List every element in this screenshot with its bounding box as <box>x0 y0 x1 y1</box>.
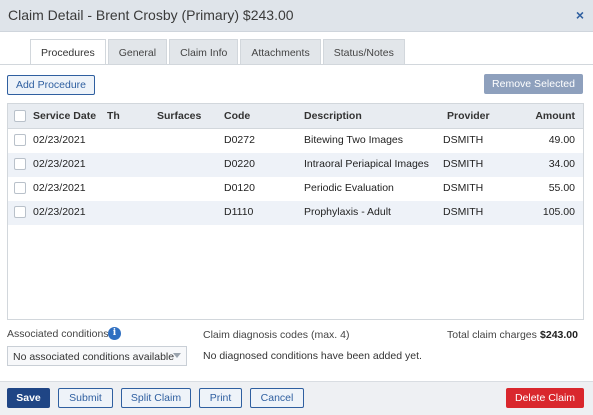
row-checkbox[interactable] <box>14 158 26 170</box>
tab-claim-info[interactable]: Claim Info <box>169 39 239 65</box>
remove-selected-button[interactable]: Remove Selected <box>484 74 583 94</box>
procedures-table: Service Date Th Surfaces Code Descriptio… <box>7 103 584 320</box>
col-code[interactable]: Code <box>224 110 250 122</box>
cell-description: Periodic Evaluation <box>304 182 394 194</box>
cell-amount: 105.00 <box>542 206 575 218</box>
diagnosis-codes-label: Claim diagnosis codes (max. 4) <box>203 329 350 341</box>
cell-provider: DSMITH <box>443 182 484 194</box>
cell-service-date: 02/23/2021 <box>33 158 86 170</box>
tab-divider <box>0 64 593 65</box>
table-row[interactable]: 02/23/2021 D0220 Intraoral Periapical Im… <box>8 153 583 177</box>
total-claim-charges-label: Total claim charges <box>447 329 537 341</box>
row-checkbox[interactable] <box>14 206 26 218</box>
delete-claim-button[interactable]: Delete Claim <box>506 388 584 408</box>
submit-button[interactable]: Submit <box>58 388 113 408</box>
row-checkbox[interactable] <box>14 134 26 146</box>
info-icon[interactable]: i <box>108 327 121 340</box>
associated-conditions-label: Associated conditions <box>7 328 109 340</box>
associated-conditions-select[interactable]: No associated conditions available <box>7 346 187 366</box>
cell-description: Bitewing Two Images <box>304 134 404 146</box>
cell-code: D0120 <box>224 182 255 194</box>
col-provider[interactable]: Provider <box>447 110 490 122</box>
table-header: Service Date Th Surfaces Code Descriptio… <box>8 104 583 129</box>
table-row[interactable]: 02/23/2021 D0120 Periodic Evaluation DSM… <box>8 177 583 201</box>
cell-provider: DSMITH <box>443 206 484 218</box>
title-bar: Claim Detail - Brent Crosby (Primary) $2… <box>0 0 593 32</box>
cell-description: Intraoral Periapical Images <box>304 158 429 170</box>
cell-code: D1110 <box>224 206 254 218</box>
table-row[interactable]: 02/23/2021 D1110 Prophylaxis - Adult DSM… <box>8 201 583 225</box>
cell-description: Prophylaxis - Adult <box>304 206 391 218</box>
col-service-date[interactable]: Service Date <box>33 110 96 122</box>
split-claim-button[interactable]: Split Claim <box>121 388 191 408</box>
chevron-down-icon <box>173 353 181 358</box>
cell-service-date: 02/23/2021 <box>33 134 86 146</box>
cell-service-date: 02/23/2021 <box>33 206 86 218</box>
save-button[interactable]: Save <box>7 388 50 408</box>
tab-general[interactable]: General <box>107 39 168 65</box>
tab-procedures[interactable]: Procedures <box>30 39 106 65</box>
cell-provider: DSMITH <box>443 134 484 146</box>
diagnosis-empty-text: No diagnosed conditions have been added … <box>203 350 422 362</box>
tab-bar: Procedures General Claim Info Attachment… <box>30 39 407 65</box>
tab-attachments[interactable]: Attachments <box>240 39 321 65</box>
col-amount[interactable]: Amount <box>535 110 575 122</box>
cell-service-date: 02/23/2021 <box>33 182 86 194</box>
cell-amount: 34.00 <box>548 158 575 170</box>
add-procedure-button[interactable]: Add Procedure <box>7 75 95 95</box>
cell-provider: DSMITH <box>443 158 484 170</box>
print-button[interactable]: Print <box>199 388 242 408</box>
cell-code: D0220 <box>224 158 255 170</box>
cell-amount: 49.00 <box>548 134 575 146</box>
select-all-checkbox[interactable] <box>14 110 26 122</box>
cell-code: D0272 <box>224 134 255 146</box>
cell-amount: 55.00 <box>548 182 575 194</box>
cancel-button[interactable]: Cancel <box>250 388 304 408</box>
tab-status-notes[interactable]: Status/Notes <box>322 39 405 65</box>
total-claim-charges-value: $243.00 <box>540 329 578 341</box>
select-value: No associated conditions available <box>13 351 175 363</box>
col-th[interactable]: Th <box>107 110 120 122</box>
col-description[interactable]: Description <box>304 110 362 122</box>
row-checkbox[interactable] <box>14 182 26 194</box>
dialog-title: Claim Detail - Brent Crosby (Primary) $2… <box>8 7 294 23</box>
col-surfaces[interactable]: Surfaces <box>157 110 201 122</box>
table-row[interactable]: 02/23/2021 D0272 Bitewing Two Images DSM… <box>8 129 583 153</box>
close-icon[interactable]: × <box>573 7 587 23</box>
